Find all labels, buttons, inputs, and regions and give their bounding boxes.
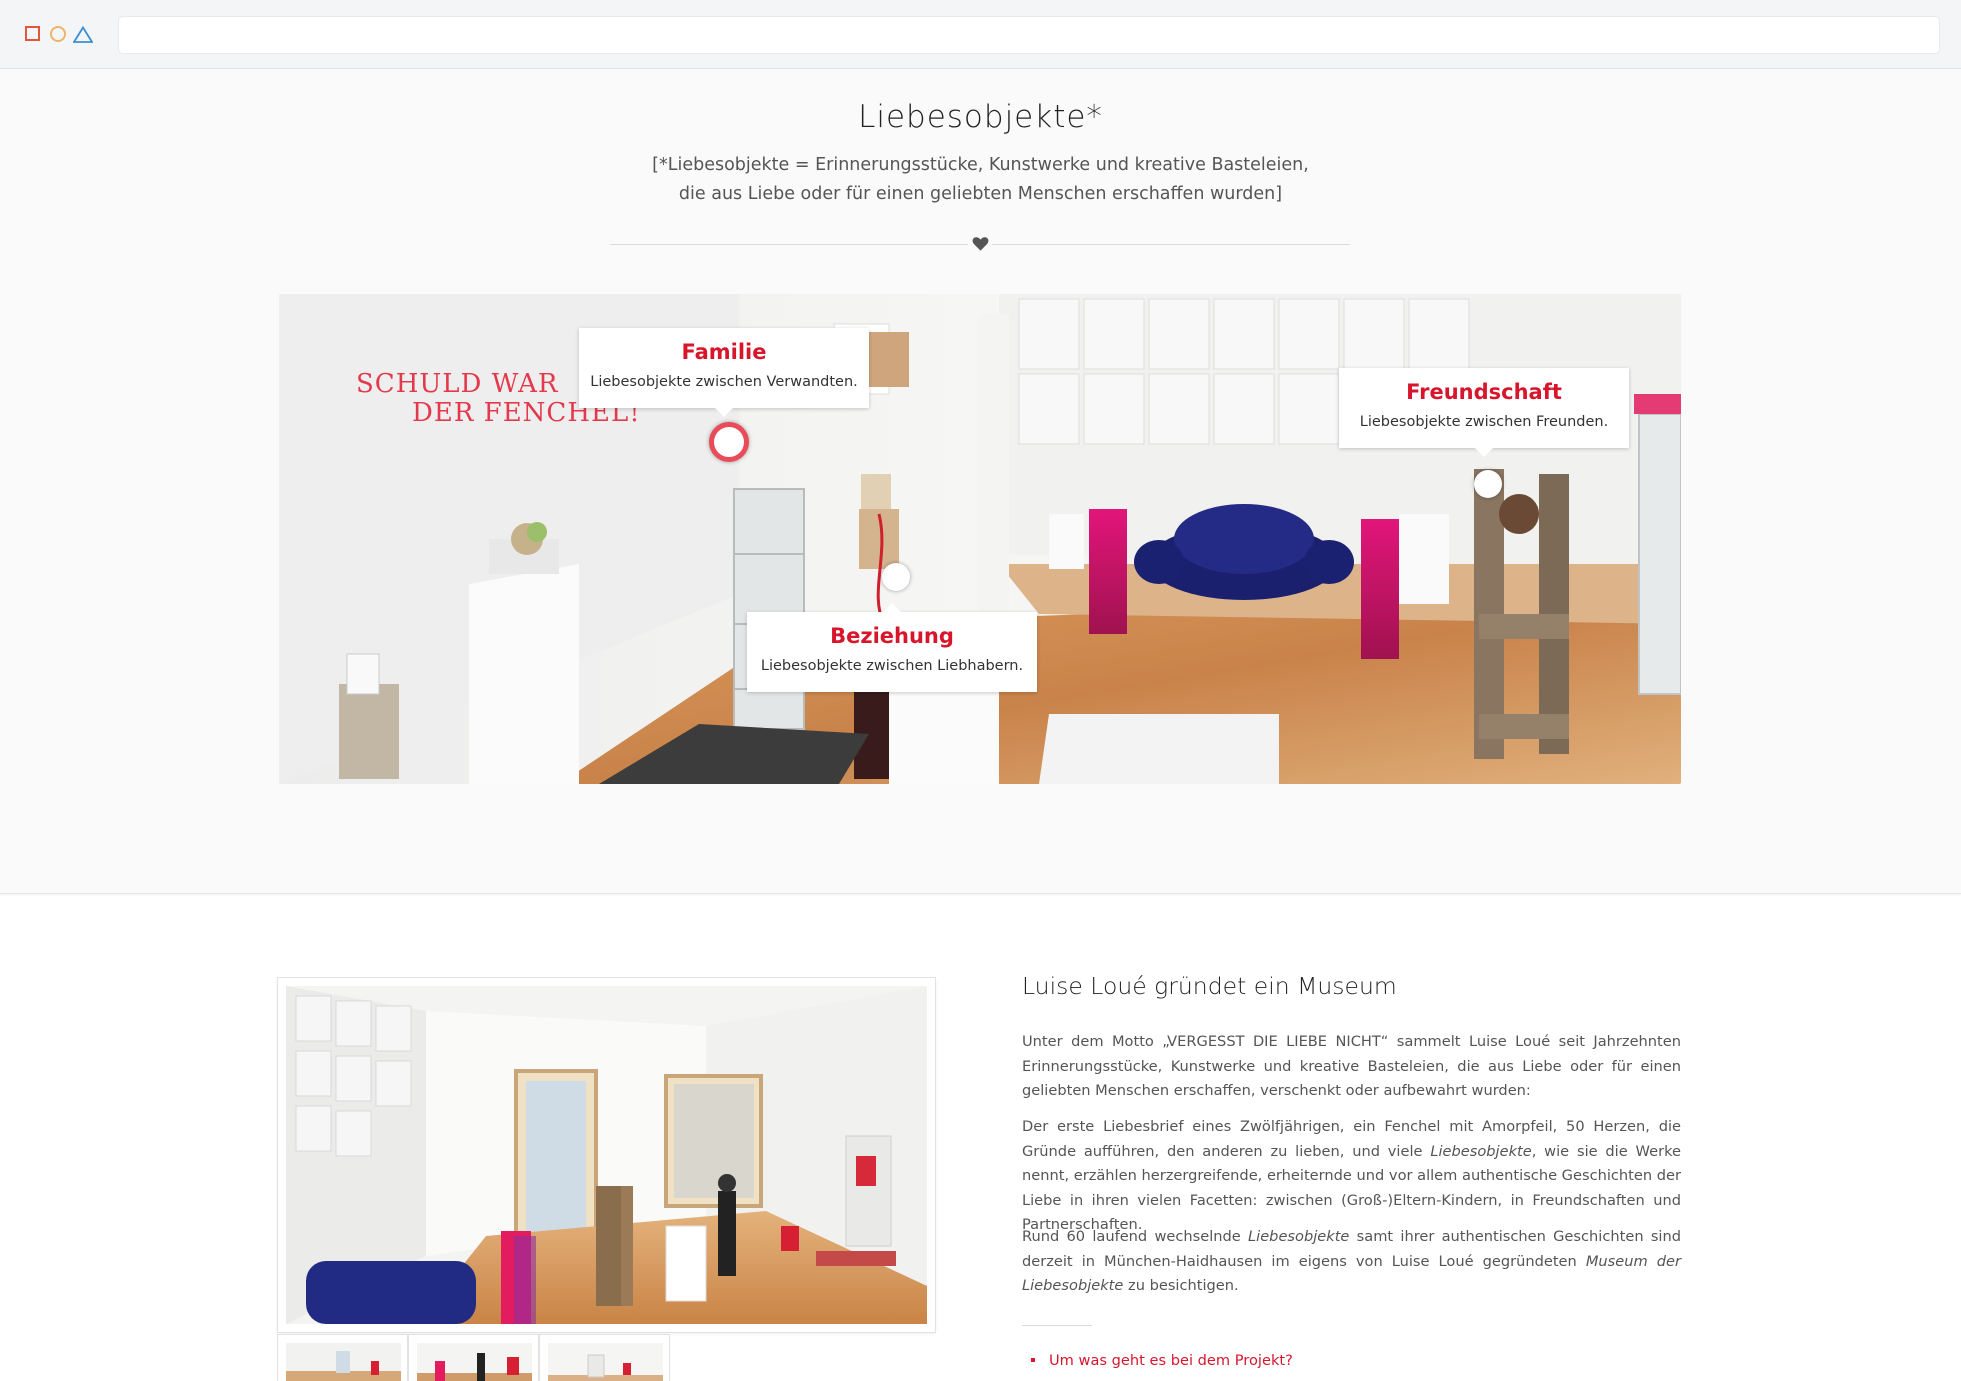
tooltip-title: Familie [681, 340, 767, 364]
panorama-image[interactable]: SCHULD WAR DER FENCHEL! Familie Liebesob… [279, 294, 1681, 784]
address-bar[interactable] [118, 16, 1940, 54]
project-link[interactable]: Um was geht es bei dem Projekt? [1031, 1352, 1293, 1369]
hotspot-freundschaft[interactable] [1474, 470, 1502, 498]
divider-line [1022, 1325, 1092, 1326]
article-paragraph: Unter dem Motto „VERGESST DIE LIEBE NICH… [1022, 1033, 1681, 1099]
divider-line [992, 244, 1350, 245]
tooltip-text: Liebesobjekte zwischen Liebhabern. [760, 658, 1024, 674]
hotspot-familie[interactable] [709, 422, 749, 462]
tooltip-freundschaft[interactable]: Freundschaft Liebesobjekte zwischen Freu… [1339, 368, 1629, 457]
circle-icon[interactable] [50, 26, 66, 42]
browser-chrome [0, 0, 1961, 69]
divider-line [610, 244, 968, 245]
page-title: Liebesobjekte* [858, 99, 1103, 135]
tooltip-title: Beziehung [830, 624, 954, 648]
emphasis-text: Liebesobjekte [1248, 1228, 1350, 1245]
article-paragraph: Rund 60 laufend wechselnde Liebesobjekte… [1022, 1225, 1681, 1299]
emphasis-text: Liebesobjekte [1430, 1142, 1532, 1160]
tooltip-familie[interactable]: Familie Liebesobjekte zwischen Verwandte… [579, 328, 869, 417]
hotspot-beziehung[interactable] [882, 563, 910, 591]
gallery-thumbnail[interactable] [277, 1334, 408, 1381]
hero-section: Liebesobjekte* [*Liebesobjekte = Erinner… [0, 69, 1961, 894]
tooltip-text: Liebesobjekte zwischen Freunden. [1359, 414, 1609, 430]
subtitle-line: die aus Liebe oder für einen geliebten M… [678, 184, 1283, 204]
heart-icon [972, 237, 989, 251]
museum-room-photo [286, 986, 927, 1324]
tooltip-text: Liebesobjekte zwischen Verwandten. [590, 374, 858, 390]
page-subtitle: [*Liebesobjekte = Erinnerungsstücke, Kun… [0, 151, 1961, 209]
paragraph-text: Rund 60 laufend wechselnde [1022, 1228, 1249, 1245]
gallery-thumbnail[interactable] [539, 1334, 670, 1381]
wall-text: SCHULD WAR [356, 369, 559, 399]
project-link-label: Um was geht es bei dem Projekt? [1049, 1352, 1293, 1369]
tooltip-title: Freundschaft [1406, 380, 1562, 404]
gallery-main-frame[interactable] [277, 977, 936, 1333]
article-title: Luise Loué gründet ein Museum [1022, 972, 1397, 1000]
square-icon[interactable] [25, 26, 40, 41]
tooltip-beziehung[interactable]: Beziehung Liebesobjekte zwischen Liebhab… [747, 603, 1037, 692]
paragraph-text: zu besichtigen. [1123, 1277, 1239, 1294]
subtitle-line: [*Liebesobjekte = Erinnerungsstücke, Kun… [652, 155, 1309, 175]
article-paragraph: Der erste Liebesbrief eines Zwölfjährige… [1022, 1115, 1681, 1238]
gallery-thumbnail[interactable] [408, 1334, 539, 1381]
triangle-icon[interactable] [73, 26, 93, 43]
